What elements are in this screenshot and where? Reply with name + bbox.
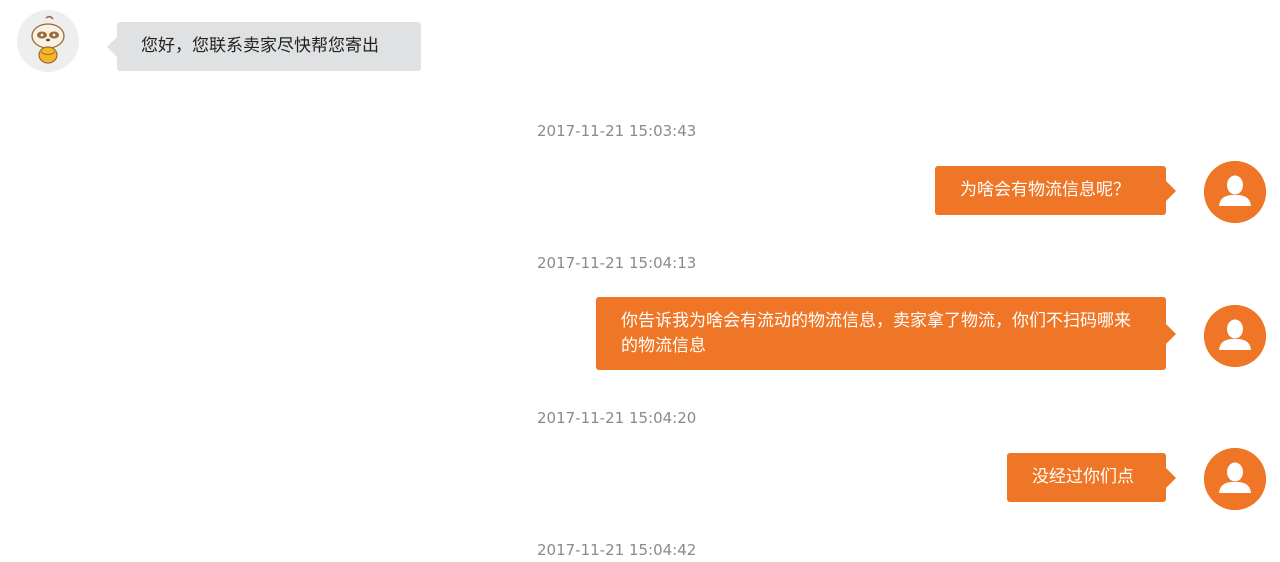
user-message-bubble: 为啥会有物流信息呢？ — [935, 166, 1176, 215]
user-avatar-icon — [1204, 161, 1266, 223]
user-message-bubble: 没经过你们点 — [1007, 453, 1176, 502]
user-avatar-icon — [1204, 448, 1266, 510]
message-text: 没经过你们点 — [1032, 467, 1134, 487]
message-timestamp: 2017-11-21 15:03:43 — [537, 122, 697, 140]
message-timestamp: 2017-11-21 15:04:20 — [537, 409, 697, 427]
message-text: 您好，您联系卖家尽快帮您寄出 — [141, 36, 379, 56]
message-text: 为啥会有物流信息呢？ — [960, 180, 1130, 200]
agent-avatar-icon — [17, 10, 79, 72]
user-avatar-icon — [1204, 305, 1266, 367]
message-timestamp: 2017-11-21 15:04:42 — [537, 541, 697, 559]
message-text: 你告诉我为啥会有流动的物流信息，卖家拿了物流，你们不扫码哪来的物流信息 — [621, 311, 1131, 356]
message-timestamp: 2017-11-21 15:04:13 — [537, 254, 697, 272]
agent-message-bubble: 您好，您联系卖家尽快帮您寄出 — [107, 22, 421, 71]
user-message-bubble: 你告诉我为啥会有流动的物流信息，卖家拿了物流，你们不扫码哪来的物流信息 — [596, 297, 1176, 370]
